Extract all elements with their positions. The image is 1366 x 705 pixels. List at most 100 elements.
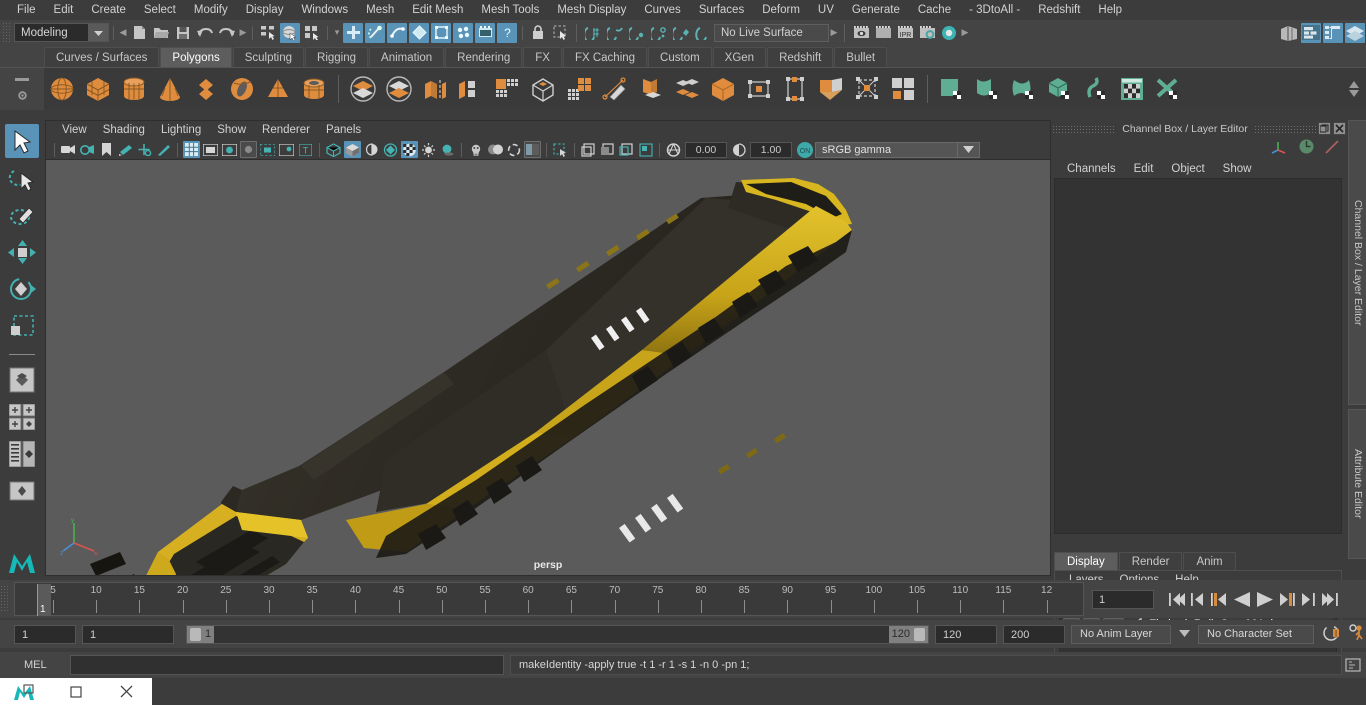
viewport-menu-lighting[interactable]: Lighting [153,121,209,140]
use-default-material-icon[interactable] [382,141,399,158]
menu-file[interactable]: File [8,0,45,20]
menu-select[interactable]: Select [135,0,185,20]
mask-vertex-icon[interactable] [365,22,385,43]
tab-attribute-editor[interactable]: Attribute Editor [1348,409,1366,559]
shelf-tab-polygons[interactable]: Polygons [160,47,232,67]
bridge-icon[interactable] [778,72,812,106]
render-region-icon[interactable] [873,23,893,43]
polygon-prism-icon[interactable] [261,72,295,106]
smooth-shade-all-icon[interactable] [344,141,361,158]
show-hide-editor-icon[interactable] [1279,23,1299,43]
polygon-sphere-icon[interactable] [45,72,79,106]
expand-arrow-icon[interactable]: ▶ [829,24,839,42]
shelf-tab-animation[interactable]: Animation [369,47,445,67]
shadows-icon[interactable] [439,141,456,158]
collapse-arrow-icon[interactable]: ◀ [118,24,128,42]
polygon-pipe-icon[interactable] [297,72,331,106]
single-perspective-layout-icon[interactable] [5,363,39,397]
color-management-toggle-icon[interactable]: ON [795,140,814,159]
hypershade-icon[interactable] [939,23,959,43]
channel-box-icon[interactable] [1345,22,1365,43]
shelf-tab-fx[interactable]: FX [523,47,562,67]
viewport-menu-renderer[interactable]: Renderer [254,121,318,140]
range-right-handle[interactable]: 120 [888,625,928,643]
panel-grip-left[interactable] [1052,124,1117,133]
shelf-tab-redshift[interactable]: Redshift [767,47,834,67]
chevron-down-icon[interactable] [1179,628,1190,640]
tab-anim[interactable]: Anim [1183,552,1236,570]
time-slider-grip[interactable] [0,585,9,613]
image-plane-icon[interactable] [117,141,134,158]
viewport-settings-icon[interactable] [637,141,654,158]
menu-uv[interactable]: UV [809,0,843,20]
multi-cut-icon[interactable] [598,72,632,106]
restore-window-icon[interactable] [51,678,102,705]
duplicate-face-icon[interactable] [670,72,704,106]
auto-keyframe-icon[interactable]: | [1322,624,1341,644]
uv-sphere-icon[interactable] [1007,72,1041,106]
shelf-tab-rendering[interactable]: Rendering [445,47,523,67]
lock-icon[interactable] [528,23,548,43]
select-by-hierarchy-icon[interactable] [258,23,278,43]
shelf-tab-curves-surfaces[interactable]: Curves / Surfaces [44,47,160,67]
status-line-grip[interactable] [2,21,11,44]
rotate-tool-icon[interactable] [5,272,39,306]
screen-space-ao-icon[interactable] [467,141,484,158]
film-origin-icon[interactable] [259,141,276,158]
move-tool-icon[interactable] [5,235,39,269]
2d-pan-zoom-icon[interactable] [136,141,153,158]
snap-view-plane-icon[interactable] [671,23,691,43]
curve-icon[interactable] [1324,139,1340,158]
smooth-icon[interactable] [490,72,524,106]
shelf-menu-icon[interactable] [15,73,29,85]
lasso-select-tool-icon[interactable] [5,161,39,195]
menu-help[interactable]: Help [1089,0,1131,20]
attribute-editor-icon[interactable] [1301,22,1321,43]
time-slider-ruler[interactable]: 1 5 10 15 20 25 30 35 40 45 50 55 60 65 70 75 80 85 90 95 1… [14,582,1084,616]
step-back-keyframe-icon[interactable] [1188,589,1207,609]
append-polygon-icon[interactable] [850,72,884,106]
paint-select-tool-icon[interactable] [5,198,39,232]
viewport-menu-panels[interactable]: Panels [318,121,369,140]
chevron-down-icon[interactable] [88,24,108,41]
shelf-scroll-arrows[interactable] [1348,80,1360,97]
exposure-icon[interactable] [665,141,682,158]
new-scene-icon[interactable] [129,23,149,43]
outliner-persp-layout-icon[interactable] [5,437,39,471]
polygon-cube-icon[interactable] [81,72,115,106]
xray-joints-icon[interactable] [599,141,616,158]
select-tool-icon[interactable] [550,23,570,43]
go-to-start-icon[interactable] [1167,589,1186,609]
script-editor-icon[interactable] [1344,656,1362,674]
menu-deform[interactable]: Deform [753,0,809,20]
camera-attributes-icon[interactable] [79,141,96,158]
polygon-plane-icon[interactable] [189,72,223,106]
menu-cache[interactable]: Cache [909,0,960,20]
gear-icon[interactable] [16,89,29,105]
shelf-tab-rigging[interactable]: Rigging [305,47,369,67]
range-bar[interactable]: 1 120 [186,624,929,644]
snap-curve-icon[interactable] [605,23,625,43]
anim-layer-selector[interactable]: No Anim Layer [1071,624,1171,644]
panel-grip-right[interactable] [1253,124,1318,133]
xray-icon[interactable] [580,141,597,158]
four-view-layout-icon[interactable] [5,400,39,434]
menu-set-selector[interactable]: Modeling [14,23,109,42]
maya-app-icon[interactable] [0,678,51,705]
axis-gizmo-icon[interactable] [1271,139,1289,158]
wireframe-icon[interactable] [325,141,342,158]
restore-icon[interactable] [1318,122,1331,135]
polygon-cone-icon[interactable] [153,72,187,106]
gamma-value-field[interactable]: 1.00 [750,141,792,158]
xray-active-components-icon[interactable] [618,141,635,158]
poke-face-icon[interactable] [706,72,740,106]
select-by-object-icon[interactable] [280,22,300,43]
menu-generate[interactable]: Generate [843,0,909,20]
menu-create[interactable]: Create [82,0,135,20]
mask-handle-icon[interactable] [343,22,363,43]
shelf-tab-custom[interactable]: Custom [648,47,712,67]
depth-of-field-icon[interactable] [524,141,541,158]
boolean-union-icon[interactable] [346,72,380,106]
channel-box-list[interactable] [1054,178,1342,534]
playback-end-time-field[interactable]: 120 [935,624,997,644]
